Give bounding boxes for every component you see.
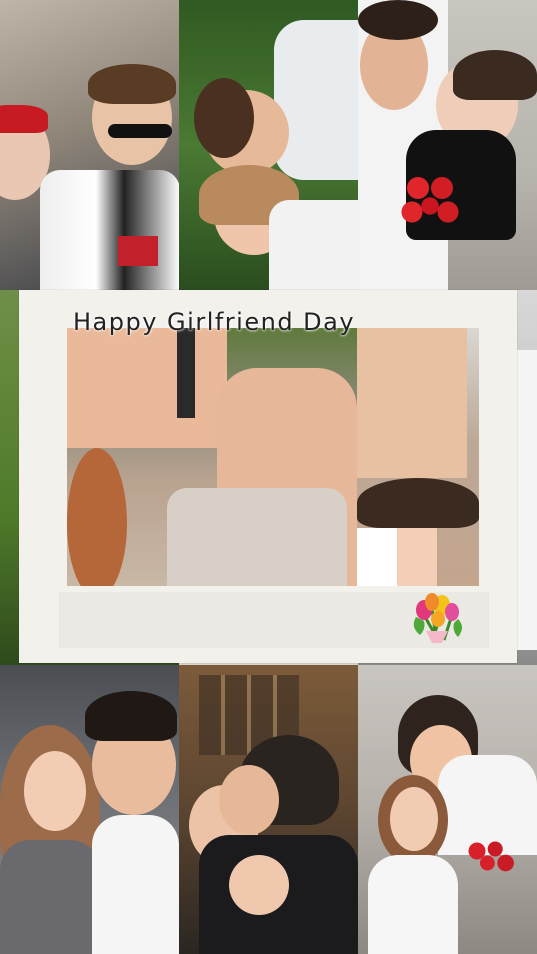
caption-happy-girlfriend-day: Happy Girlfriend Day [73, 308, 356, 336]
photo-couple-grass [179, 0, 358, 290]
photo-couple-roses [358, 0, 537, 290]
rose-bouquet [400, 170, 460, 240]
photo-girl-tongue-out [67, 328, 357, 586]
tulip-bouquet-icon [413, 593, 462, 643]
photo-couple-kiss [179, 665, 358, 954]
photo-couple-strawberries [358, 665, 537, 954]
photo-couple-car-smile [0, 665, 179, 954]
polaroid-photo [67, 328, 479, 586]
photo-couple-selfie-close [357, 328, 479, 586]
photo-couple-car-selfie [0, 0, 179, 290]
